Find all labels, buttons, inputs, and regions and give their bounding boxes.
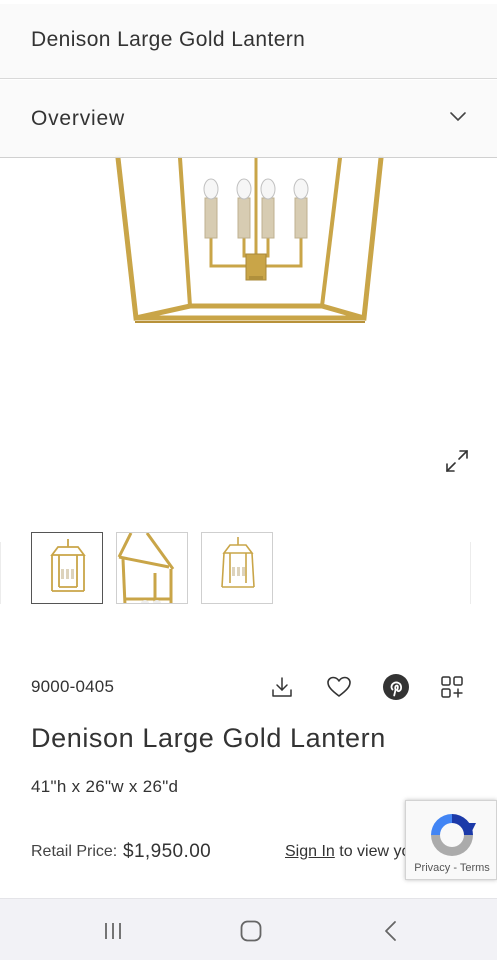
thumbnail-1[interactable]	[31, 532, 103, 604]
favorite-button[interactable]	[325, 672, 353, 702]
recaptcha-separator: -	[450, 862, 460, 874]
heart-icon	[327, 676, 351, 697]
retail-price: $1,950.00	[123, 841, 212, 862]
recaptcha-badge[interactable]: Privacy - Terms	[405, 800, 497, 880]
terms-link[interactable]: Terms	[460, 862, 490, 874]
thumbnail-strip	[0, 532, 497, 604]
thumbnail-2[interactable]	[116, 532, 188, 604]
privacy-link[interactable]: Privacy	[414, 862, 450, 874]
expand-icon	[446, 450, 468, 472]
product-dimensions: 41"h x 26"w x 26"d	[31, 777, 179, 796]
pinterest-button[interactable]	[382, 672, 410, 702]
download-icon	[272, 677, 292, 697]
chevron-down-icon	[450, 112, 466, 122]
add-to-collection-button[interactable]	[438, 672, 466, 702]
header-title: Denison Large Gold Lantern	[31, 28, 306, 51]
home-icon	[240, 920, 262, 942]
recent-apps-icon	[105, 923, 121, 939]
home-button[interactable]	[236, 917, 266, 945]
product-sku: 9000-0405	[31, 677, 115, 696]
overview-accordion[interactable]: Overview	[0, 80, 497, 158]
back-button[interactable]	[376, 917, 406, 945]
sign-in-link[interactable]: Sign In	[285, 843, 335, 860]
recaptcha-links: Privacy - Terms	[406, 862, 497, 874]
back-icon	[385, 921, 396, 941]
pinterest-icon	[383, 674, 409, 700]
recaptcha-icon	[431, 814, 476, 856]
thumbnail-3[interactable]	[201, 532, 273, 604]
overview-label: Overview	[31, 107, 125, 130]
download-button[interactable]	[268, 672, 296, 702]
recent-apps-button[interactable]	[98, 917, 128, 945]
system-nav-bar	[0, 898, 497, 960]
product-title-bar: Denison Large Gold Lantern	[0, 4, 497, 79]
expand-image-button[interactable]	[444, 448, 478, 482]
retail-price-label: Retail Price:	[31, 843, 118, 860]
add-to-collection-icon	[441, 676, 463, 698]
sign-in-prompt: Sign In to view your price	[285, 843, 425, 861]
product-title: Denison Large Gold Lantern	[31, 723, 386, 753]
